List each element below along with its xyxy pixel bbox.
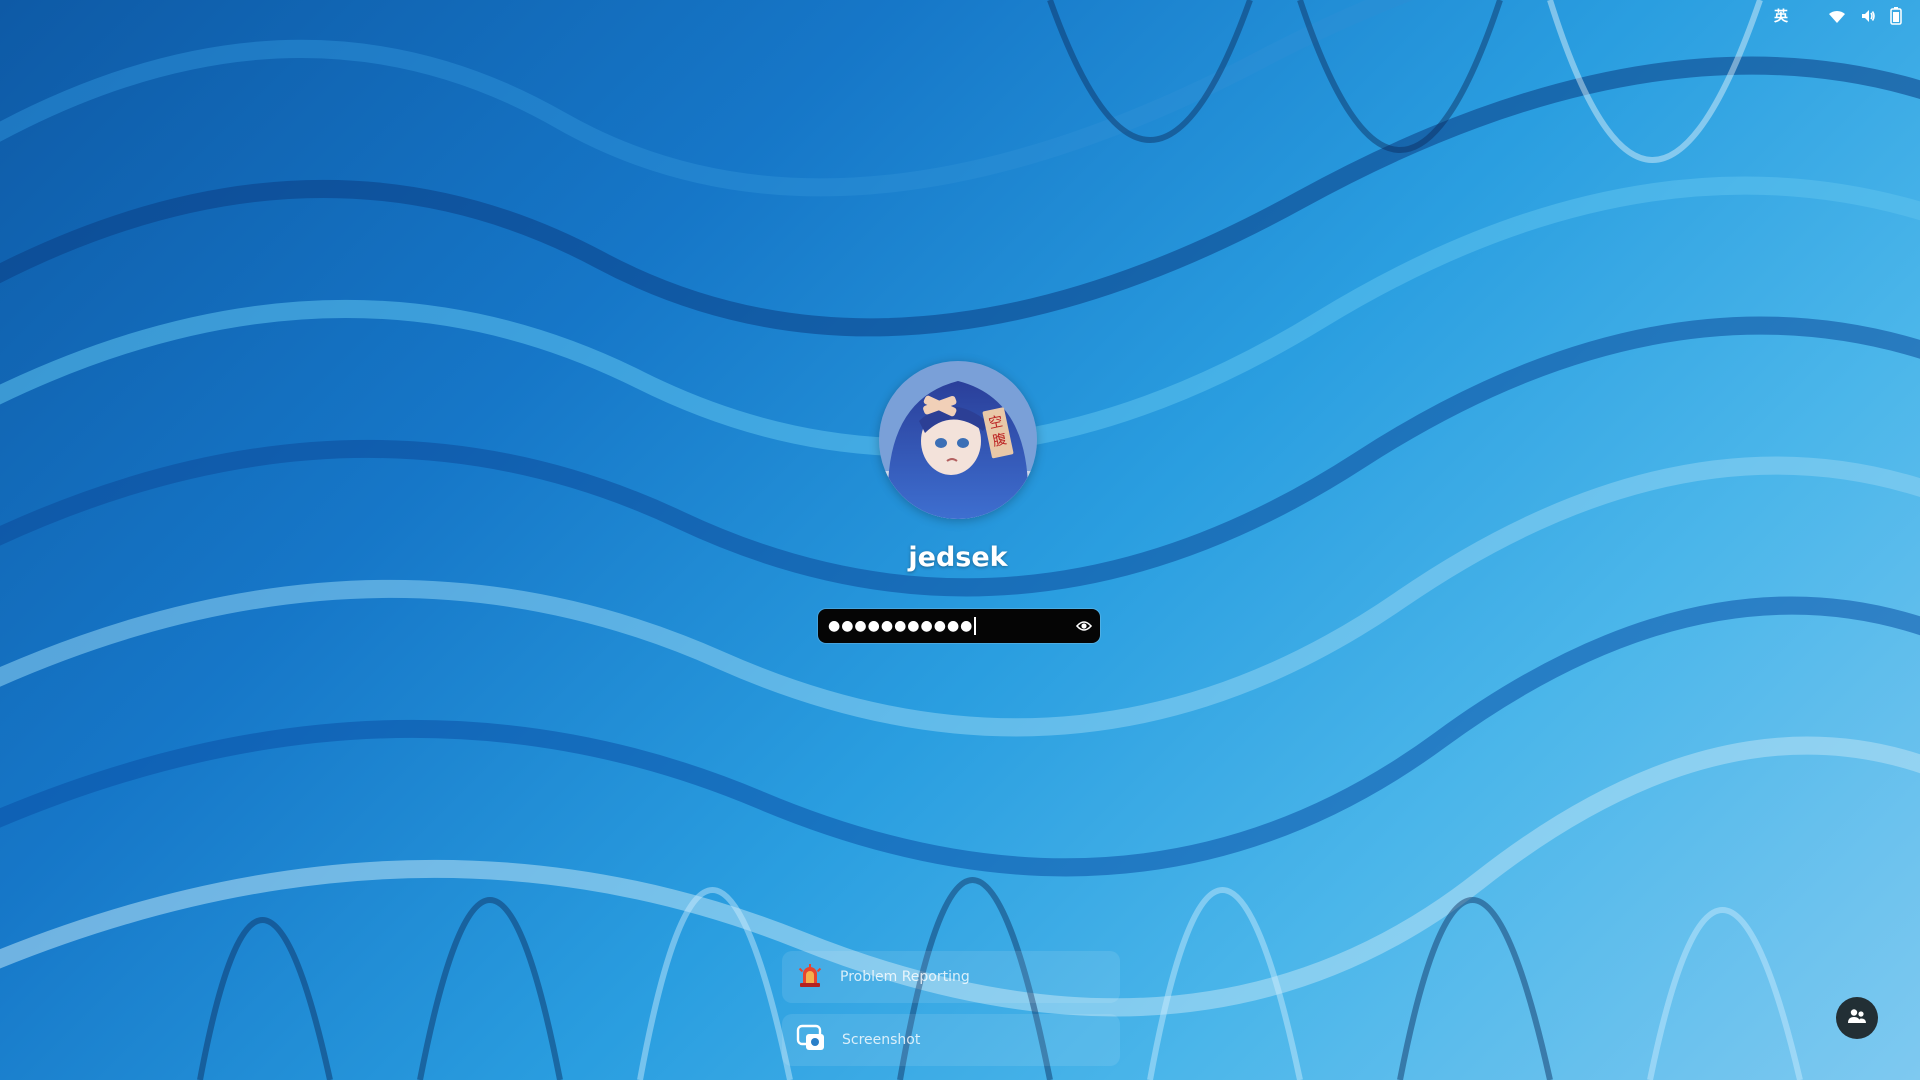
username-label: jedsek	[908, 542, 1008, 573]
battery-icon[interactable]	[1890, 7, 1902, 25]
screenshot-notification[interactable]: Screenshot	[782, 1014, 1120, 1066]
users-icon	[1848, 1008, 1866, 1028]
password-field[interactable]: ●●●●●●●●●●●	[818, 609, 1100, 643]
input-method-indicator[interactable]: 英	[1774, 6, 1788, 26]
marbled-pattern	[0, 0, 1920, 1080]
siren-icon	[796, 961, 824, 993]
problem-reporting-label: Problem Reporting	[840, 969, 970, 985]
top-bar: 英	[0, 0, 1920, 32]
wifi-icon[interactable]	[1828, 8, 1846, 24]
wallpaper	[0, 0, 1920, 1080]
eye-icon[interactable]	[1076, 620, 1092, 632]
problem-reporting-notification[interactable]: Problem Reporting	[782, 951, 1120, 1003]
user-avatar[interactable]: 空 腹	[879, 361, 1037, 519]
switch-user-button[interactable]	[1836, 997, 1878, 1039]
system-tray[interactable]: 英	[1774, 6, 1902, 26]
volume-icon[interactable]	[1860, 8, 1876, 24]
screenshot-icon	[796, 1024, 826, 1056]
password-mask: ●●●●●●●●●●●	[828, 617, 1076, 635]
text-caret	[974, 617, 976, 635]
screenshot-label: Screenshot	[842, 1032, 921, 1048]
